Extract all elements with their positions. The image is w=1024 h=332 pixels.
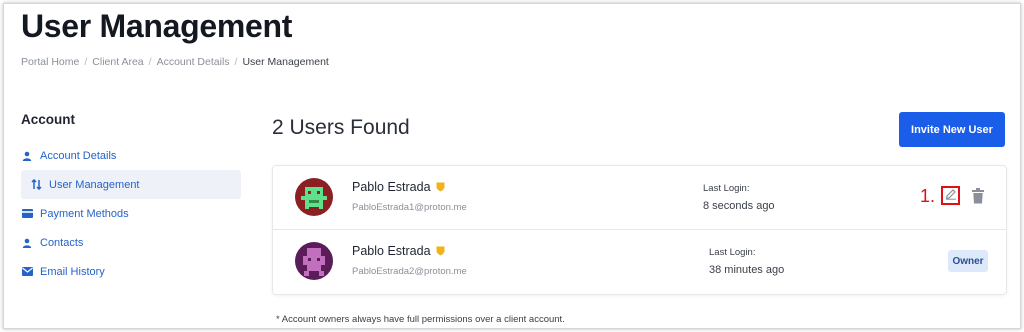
breadcrumb-separator: /: [84, 56, 88, 68]
breadcrumb-separator: /: [234, 56, 238, 68]
sidebar-item-label: Account Details: [40, 149, 117, 162]
sidebar-title: Account: [21, 112, 75, 127]
page-frame: User Management Portal Home / Client Area /…: [3, 3, 1021, 329]
breadcrumb: Portal Home / Client Area / Account Details /…: [21, 56, 329, 68]
sidebar-item-account-details[interactable]: Account Details: [21, 141, 241, 170]
invite-new-user-button[interactable]: Invite New User: [899, 112, 1005, 147]
mail-icon: [21, 266, 33, 278]
shield-icon: [436, 245, 445, 259]
credit-card-icon: [21, 208, 33, 220]
breadcrumb-account-details[interactable]: Account Details: [157, 56, 230, 68]
sidebar-item-label: Payment Methods: [40, 207, 129, 220]
delete-user-button[interactable]: [971, 188, 985, 204]
edit-user-button[interactable]: [941, 186, 960, 205]
breadcrumb-portal-home[interactable]: Portal Home: [21, 56, 79, 68]
last-login-value: 8 seconds ago: [703, 200, 775, 212]
user-email: PabloEstrada1@proton.me: [352, 202, 467, 213]
sidebar-item-payment-methods[interactable]: Payment Methods: [21, 199, 241, 228]
breadcrumb-separator: /: [148, 56, 152, 68]
users-list: Pablo Estrada PabloEstrada1@proton.me La…: [272, 165, 1007, 295]
sort-arrows-icon: [30, 179, 42, 191]
user-row: Pablo Estrada PabloEstrada1@proton.me La…: [273, 166, 1006, 230]
sidebar-item-label: Email History: [40, 265, 105, 278]
user-name: Pablo Estrada: [352, 244, 445, 259]
breadcrumb-client-area[interactable]: Client Area: [92, 56, 143, 68]
avatar: [295, 242, 333, 280]
last-login-label: Last Login:: [703, 183, 750, 194]
user-row: Pablo Estrada PabloEstrada2@proton.me La…: [273, 230, 1006, 293]
user-icon: [21, 150, 33, 162]
user-icon: [21, 237, 33, 249]
user-name: Pablo Estrada: [352, 180, 445, 195]
avatar: [295, 178, 333, 216]
shield-icon: [436, 181, 445, 195]
trash-icon: [971, 188, 985, 208]
sidebar-item-email-history[interactable]: Email History: [21, 257, 241, 286]
sidebar-item-label: User Management: [49, 178, 140, 191]
last-login-value: 38 minutes ago: [709, 264, 785, 276]
sidebar-item-user-management[interactable]: User Management: [21, 170, 241, 199]
annotation-number: 1.: [920, 186, 936, 206]
sidebar: Account Account Details User Management …: [21, 112, 241, 286]
user-name-text: Pablo Estrada: [352, 180, 431, 194]
user-name-text: Pablo Estrada: [352, 244, 431, 258]
last-login-label: Last Login:: [709, 247, 756, 258]
footnote: * Account owners always have full permis…: [276, 314, 565, 325]
page-title: User Management: [21, 8, 293, 44]
breadcrumb-current: User Management: [242, 56, 329, 68]
users-found-heading: 2 Users Found: [272, 116, 410, 139]
sidebar-item-contacts[interactable]: Contacts: [21, 228, 241, 257]
sidebar-item-label: Contacts: [40, 236, 84, 249]
pencil-icon: [945, 187, 957, 205]
user-email: PabloEstrada2@proton.me: [352, 266, 467, 277]
owner-badge: Owner: [948, 250, 988, 272]
